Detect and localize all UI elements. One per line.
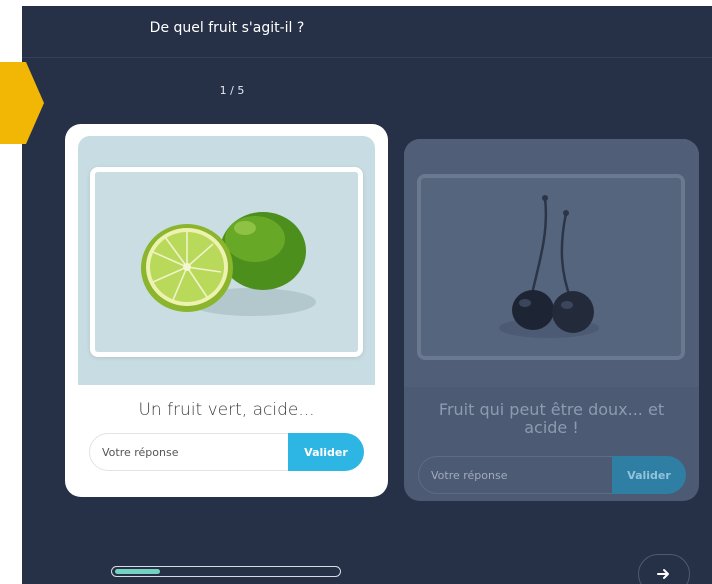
validate-button[interactable]: Valider — [288, 433, 364, 471]
answer-input[interactable] — [418, 456, 612, 494]
card-clue: Fruit qui peut être doux... et acide ! — [438, 400, 665, 437]
answer-input[interactable] — [89, 433, 288, 471]
progress-bar — [111, 566, 341, 577]
next-button[interactable] — [638, 554, 690, 584]
card-image-area — [78, 136, 375, 385]
arrow-right-icon — [657, 569, 669, 579]
lime-image — [95, 172, 358, 352]
card-clue: Un fruit vert, acide... — [138, 400, 315, 420]
validate-button[interactable]: Valider — [612, 456, 686, 494]
cherry-image — [421, 178, 681, 356]
quiz-app: De quel fruit s'agit-il ? 1 / 5 Un fruit… — [22, 6, 712, 584]
header-divider — [22, 57, 712, 58]
question-counter: 1 / 5 — [219, 84, 245, 97]
answer-row: Valider — [418, 456, 686, 494]
card-image-area — [404, 139, 699, 387]
progress-fill — [115, 569, 160, 574]
page-title: De quel fruit s'agit-il ? — [149, 20, 305, 36]
cherry-photo — [417, 174, 685, 360]
lime-photo — [90, 167, 363, 357]
answer-row: Valider — [89, 433, 364, 471]
marker-arrow — [0, 62, 44, 144]
question-card-2: Fruit qui peut être doux... et acide ! V… — [404, 139, 699, 501]
question-card-1: Un fruit vert, acide... Valider — [65, 124, 388, 497]
